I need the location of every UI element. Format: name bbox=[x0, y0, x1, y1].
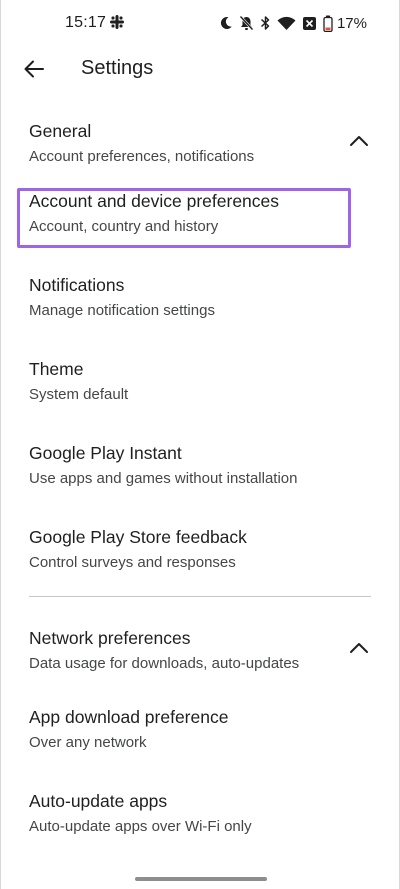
settings-list: General Account preferences, notificatio… bbox=[1, 104, 399, 853]
item-title: Notifications bbox=[29, 275, 125, 295]
setting-theme[interactable]: Theme System default bbox=[1, 356, 399, 440]
setting-app-download-preference[interactable]: App download preference Over any network bbox=[1, 685, 399, 769]
app-bar: Settings bbox=[1, 48, 399, 90]
status-icons: 17% bbox=[219, 13, 367, 33]
item-subtitle: Use apps and games without installation bbox=[29, 470, 298, 487]
moon-icon bbox=[220, 16, 232, 29]
chevron-up-icon bbox=[350, 136, 368, 146]
item-subtitle: System default bbox=[29, 386, 129, 403]
bluetooth-icon bbox=[260, 16, 270, 30]
setting-notifications[interactable]: Notifications Manage notification settin… bbox=[1, 272, 399, 356]
section-divider bbox=[29, 596, 371, 597]
arrow-back-icon bbox=[24, 60, 44, 78]
item-title: Theme bbox=[29, 359, 84, 379]
section-subtitle: Account preferences, notifications bbox=[29, 148, 255, 165]
status-time: 15:17 bbox=[65, 14, 107, 31]
battery-icon bbox=[323, 15, 333, 32]
home-indicator[interactable] bbox=[135, 877, 267, 881]
item-title: App download preference bbox=[29, 707, 229, 727]
section-title: Network preferences bbox=[29, 628, 191, 648]
item-subtitle: Auto-update apps over Wi-Fi only bbox=[29, 818, 252, 835]
status-bar: 15:17 17% bbox=[1, 0, 399, 48]
no-sim-icon bbox=[302, 16, 316, 30]
section-general[interactable]: General Account preferences, notificatio… bbox=[1, 104, 399, 188]
item-subtitle: Account, country and history bbox=[29, 218, 219, 235]
setting-account-device-preferences[interactable]: Account and device preferences Account, … bbox=[1, 188, 399, 272]
section-network-preferences[interactable]: Network preferences Data usage for downl… bbox=[1, 601, 399, 685]
item-subtitle: Over any network bbox=[29, 734, 147, 751]
setting-auto-update-apps[interactable]: Auto-update apps Auto-update apps over W… bbox=[1, 769, 399, 853]
item-title: Google Play Instant bbox=[29, 443, 182, 463]
section-title: General bbox=[29, 121, 92, 141]
page-title: Settings bbox=[81, 57, 154, 79]
section-subtitle: Data usage for downloads, auto-updates bbox=[29, 655, 300, 672]
item-subtitle: Control surveys and responses bbox=[29, 554, 236, 571]
bell-off-icon bbox=[239, 15, 254, 31]
item-subtitle: Manage notification settings bbox=[29, 302, 215, 319]
setting-google-play-instant[interactable]: Google Play Instant Use apps and games w… bbox=[1, 440, 399, 524]
item-title: Google Play Store feedback bbox=[29, 527, 247, 547]
setting-play-store-feedback[interactable]: Google Play Store feedback Control surve… bbox=[1, 524, 399, 592]
item-title: Auto-update apps bbox=[29, 791, 168, 811]
back-button[interactable] bbox=[17, 52, 51, 86]
battery-level: 17% bbox=[336, 14, 367, 32]
item-title: Account and device preferences bbox=[29, 191, 280, 211]
chevron-up-icon bbox=[350, 643, 368, 653]
wifi-icon bbox=[277, 16, 296, 30]
slack-icon bbox=[110, 15, 124, 29]
